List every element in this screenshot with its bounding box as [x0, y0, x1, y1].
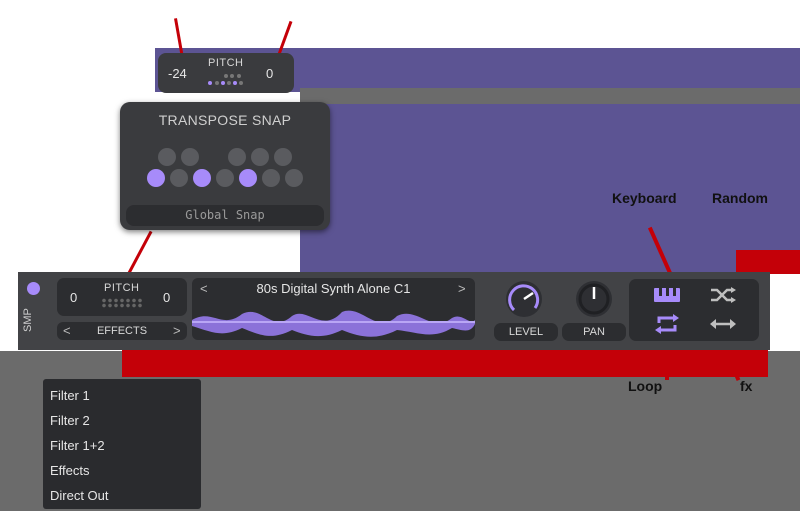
snap-key-c[interactable] [147, 169, 165, 187]
strip-pitch-label: PITCH [104, 282, 140, 294]
global-snap-button[interactable]: Global Snap [126, 205, 324, 226]
keyboard-icon[interactable] [653, 286, 681, 309]
transpose-snap-popup: TRANSPOSE SNAP Global Snap [120, 102, 330, 230]
snap-dot [221, 81, 225, 85]
menu-item-filter-1-2[interactable]: Filter 1+2 [50, 438, 105, 453]
transpose-snap-title: TRANSPOSE SNAP [158, 112, 292, 128]
background-purple [300, 48, 800, 274]
smp-power-toggle[interactable] [27, 282, 40, 295]
sample-next-button[interactable]: > [458, 281, 466, 296]
snap-key-f[interactable] [216, 169, 234, 187]
strip-pitch-control[interactable]: 0 PITCH 0 [57, 278, 187, 316]
menu-item-effects[interactable]: Effects [50, 463, 90, 478]
snap-dot [227, 81, 231, 85]
pitch-max-value[interactable]: 0 [266, 66, 273, 81]
snap-dot [230, 74, 234, 78]
menu-item-filter-2[interactable]: Filter 2 [50, 413, 90, 428]
playback-mode-buttons [629, 279, 759, 341]
snap-key-b[interactable] [285, 169, 303, 187]
sample-waveform-panel[interactable]: < 80s Digital Synth Alone C1 > [192, 278, 475, 340]
top-pitch-control[interactable]: -24 PITCH 0 [158, 53, 294, 93]
menu-item-filter-1[interactable]: Filter 1 [50, 388, 90, 403]
snap-key-g-sharp[interactable] [251, 148, 269, 166]
snap-dot [215, 81, 219, 85]
pan-knob[interactable] [576, 281, 612, 317]
shuffle-icon[interactable] [709, 286, 737, 309]
snap-dot [239, 81, 243, 85]
effects-label: EFFECTS [96, 325, 148, 337]
smp-label: SMP [22, 308, 34, 332]
snap-key-a[interactable] [262, 169, 280, 187]
snap-dot [233, 81, 237, 85]
snap-key-c-sharp[interactable] [158, 148, 176, 166]
pitch-label: PITCH [208, 57, 244, 69]
strip-pitch-min[interactable]: 0 [70, 290, 77, 305]
effects-dropdown-menu: Filter 1 Filter 2 Filter 1+2 Effects Dir… [43, 379, 201, 509]
swap-arrows-icon[interactable] [709, 316, 737, 337]
level-knob[interactable] [506, 281, 542, 317]
strip-pitch-dots [101, 298, 143, 308]
snap-key-a-sharp[interactable] [274, 148, 292, 166]
snap-key-d[interactable] [170, 169, 188, 187]
loop-icon[interactable] [653, 314, 681, 339]
pitch-min-value[interactable]: -24 [168, 66, 187, 81]
snap-dot [237, 74, 241, 78]
effects-next-button[interactable]: > [173, 323, 181, 338]
waveform [192, 310, 475, 337]
snap-dot [224, 74, 228, 78]
strip-pitch-max[interactable]: 0 [163, 290, 170, 305]
snap-key-e[interactable] [193, 169, 211, 187]
menu-item-direct-out[interactable]: Direct Out [50, 488, 109, 503]
pan-label: PAN [562, 323, 626, 341]
effects-selector[interactable]: < EFFECTS > [57, 322, 187, 340]
annotation-keyboard: Keyboard [612, 190, 677, 206]
annotation-fx: fx [740, 378, 753, 394]
sample-name: 80s Digital Synth Alone C1 [256, 281, 411, 296]
snap-key-d-sharp[interactable] [181, 148, 199, 166]
annotation-random: Random [712, 190, 768, 206]
annotation-loop: Loop [628, 378, 663, 394]
snap-key-g[interactable] [239, 169, 257, 187]
pan-knob-ring [578, 283, 610, 315]
snap-dot [208, 81, 212, 85]
level-knob-ring [508, 284, 540, 312]
snap-key-f-sharp[interactable] [228, 148, 246, 166]
level-label: LEVEL [494, 323, 558, 341]
background-gray-top [300, 88, 800, 104]
